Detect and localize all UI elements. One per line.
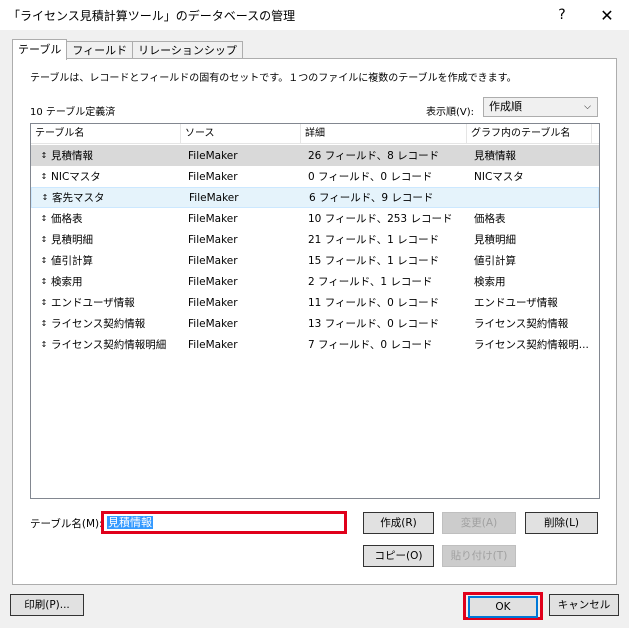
table-name-value: 見積情報 [107, 516, 153, 529]
table-graph-cell: 検索用 [474, 276, 506, 288]
column-header-detail[interactable]: 詳細 [301, 124, 467, 144]
table-list-header: テーブル名 ソース 詳細 グラフ内のテーブル名 [31, 124, 599, 144]
drag-handle-icon[interactable]: ↕ [38, 193, 52, 202]
table-detail-cell: 2 フィールド、1 レコード [308, 276, 433, 288]
table-row[interactable]: ↕ ライセンス契約情報明細 FileMaker 7 フィールド、0 レコード ライ… [31, 334, 599, 355]
panel-description: テーブルは、レコードとフィールドの固有のセットです。１つのファイルに複数のテーブ… [30, 73, 517, 84]
table-detail-cell: 6 フィールド、9 レコード [309, 192, 434, 204]
table-row[interactable]: ↕ 価格表 FileMaker 10 フィールド、253 レコード 価格表 [31, 208, 599, 229]
delete-button[interactable]: 削除(L) [525, 512, 598, 534]
table-graph-cell: NICマスタ [474, 171, 524, 183]
table-name-cell: NICマスタ [51, 171, 101, 183]
table-detail-cell: 11 フィールド、0 レコード [308, 297, 440, 309]
column-header-source[interactable]: ソース [181, 124, 301, 144]
tables-panel: テーブルは、レコードとフィールドの固有のセットです。１つのファイルに複数のテーブ… [12, 58, 617, 585]
tab-tables[interactable]: テーブル [12, 39, 68, 60]
table-row[interactable]: ↕ 見積明細 FileMaker 21 フィールド、1 レコード 見積明細 [31, 229, 599, 250]
table-detail-cell: 21 フィールド、1 レコード [308, 234, 440, 246]
table-source-cell: FileMaker [188, 170, 238, 183]
drag-handle-icon[interactable]: ↕ [37, 319, 51, 328]
close-button[interactable]: ✕ [585, 0, 629, 30]
copy-button[interactable]: コピー(O) [363, 545, 434, 567]
table-name-cell: 見積明細 [51, 234, 93, 246]
table-count: 10 テーブル定義済 [30, 107, 116, 118]
ok-button[interactable]: OK [468, 596, 538, 618]
table-row[interactable]: ↕ NICマスタ FileMaker 0 フィールド、0 レコード NICマスタ [31, 166, 599, 187]
table-name-cell: エンドユーザ情報 [51, 297, 135, 309]
drag-handle-icon[interactable]: ↕ [37, 214, 51, 223]
table-name-cell: ライセンス契約情報 [51, 318, 146, 330]
table-source-cell: FileMaker [188, 254, 238, 267]
drag-handle-icon[interactable]: ↕ [37, 298, 51, 307]
dialog-body: テーブル フィールド リレーションシップ テーブルは、レコードとフィールドの固有… [0, 30, 629, 628]
table-name-cell: 価格表 [51, 213, 83, 225]
sort-order-value: 作成順 [489, 100, 522, 113]
table-graph-cell: 価格表 [474, 213, 506, 225]
sort-order-label: 表示順(V): [426, 107, 475, 118]
table-detail-cell: 15 フィールド、1 レコード [308, 255, 440, 267]
table-row[interactable]: ↕ 客先マスタ FileMaker 6 フィールド、9 レコード [31, 187, 599, 208]
chevron-down-icon: ⌵ [584, 102, 591, 112]
help-button[interactable]: ? [540, 0, 584, 30]
table-graph-cell: 見積明細 [474, 234, 516, 246]
column-header-name[interactable]: テーブル名 [31, 124, 181, 144]
drag-handle-icon[interactable]: ↕ [37, 172, 51, 181]
table-graph-cell: ライセンス契約情報明... [474, 339, 589, 351]
table-name-label: テーブル名(M): [30, 518, 103, 530]
sort-order-select[interactable]: 作成順 ⌵ [483, 97, 598, 117]
window-title: 「ライセンス見積計算ツール」のデータベースの管理 [8, 9, 296, 23]
tab-strip: テーブル フィールド リレーションシップ [12, 39, 243, 60]
table-source-cell: FileMaker [188, 212, 238, 225]
change-button[interactable]: 変更(A) [442, 512, 516, 534]
table-detail-cell: 10 フィールド、253 レコード [308, 213, 453, 225]
table-graph-cell: ライセンス契約情報 [474, 318, 569, 330]
table-source-cell: FileMaker [188, 296, 238, 309]
table-graph-cell: エンドユーザ情報 [474, 297, 558, 309]
print-button[interactable]: 印刷(P)... [10, 594, 84, 616]
title-bar: 「ライセンス見積計算ツール」のデータベースの管理 ? ✕ [0, 0, 629, 30]
drag-handle-icon[interactable]: ↕ [37, 151, 51, 160]
table-name-cell: 検索用 [51, 276, 83, 288]
table-source-cell: FileMaker [188, 233, 238, 246]
ok-highlight: OK [463, 592, 543, 620]
table-name-input[interactable]: 見積情報 [101, 511, 347, 534]
table-row[interactable]: ↕ 値引計算 FileMaker 15 フィールド、1 レコード 値引計算 [31, 250, 599, 271]
table-graph-cell: 値引計算 [474, 255, 516, 267]
table-source-cell: FileMaker [189, 191, 239, 204]
create-button[interactable]: 作成(R) [363, 512, 434, 534]
table-row[interactable]: ↕ 見積情報 FileMaker 26 フィールド、8 レコード 見積情報 [31, 145, 599, 166]
table-source-cell: FileMaker [188, 149, 238, 162]
drag-handle-icon[interactable]: ↕ [37, 340, 51, 349]
table-row[interactable]: ↕ 検索用 FileMaker 2 フィールド、1 レコード 検索用 [31, 271, 599, 292]
drag-handle-icon[interactable]: ↕ [37, 277, 51, 286]
column-header-graph[interactable]: グラフ内のテーブル名 [467, 124, 592, 144]
paste-button[interactable]: 貼り付け(T) [442, 545, 516, 567]
table-source-cell: FileMaker [188, 275, 238, 288]
table-name-cell: 値引計算 [51, 255, 93, 267]
table-row[interactable]: ↕ エンドユーザ情報 FileMaker 11 フィールド、0 レコード エンドユ… [31, 292, 599, 313]
table-detail-cell: 13 フィールド、0 レコード [308, 318, 440, 330]
cancel-button[interactable]: キャンセル [549, 594, 619, 616]
table-name-cell: 客先マスタ [52, 192, 105, 204]
table-name-cell: 見積情報 [51, 150, 93, 162]
drag-handle-icon[interactable]: ↕ [37, 256, 51, 265]
table-list[interactable]: テーブル名 ソース 詳細 グラフ内のテーブル名 ↕ 見積情報 FileMaker … [30, 123, 600, 499]
table-detail-cell: 0 フィールド、0 レコード [308, 171, 433, 183]
table-rows: ↕ 見積情報 FileMaker 26 フィールド、8 レコード 見積情報 ↕ NI… [31, 145, 599, 355]
table-source-cell: FileMaker [188, 317, 238, 330]
table-graph-cell: 見積情報 [474, 150, 516, 162]
table-source-cell: FileMaker [188, 338, 238, 351]
table-detail-cell: 7 フィールド、0 レコード [308, 339, 433, 351]
table-row[interactable]: ↕ ライセンス契約情報 FileMaker 13 フィールド、0 レコード ライセ… [31, 313, 599, 334]
table-name-cell: ライセンス契約情報明細 [51, 339, 167, 351]
table-detail-cell: 26 フィールド、8 レコード [308, 150, 440, 162]
drag-handle-icon[interactable]: ↕ [37, 235, 51, 244]
